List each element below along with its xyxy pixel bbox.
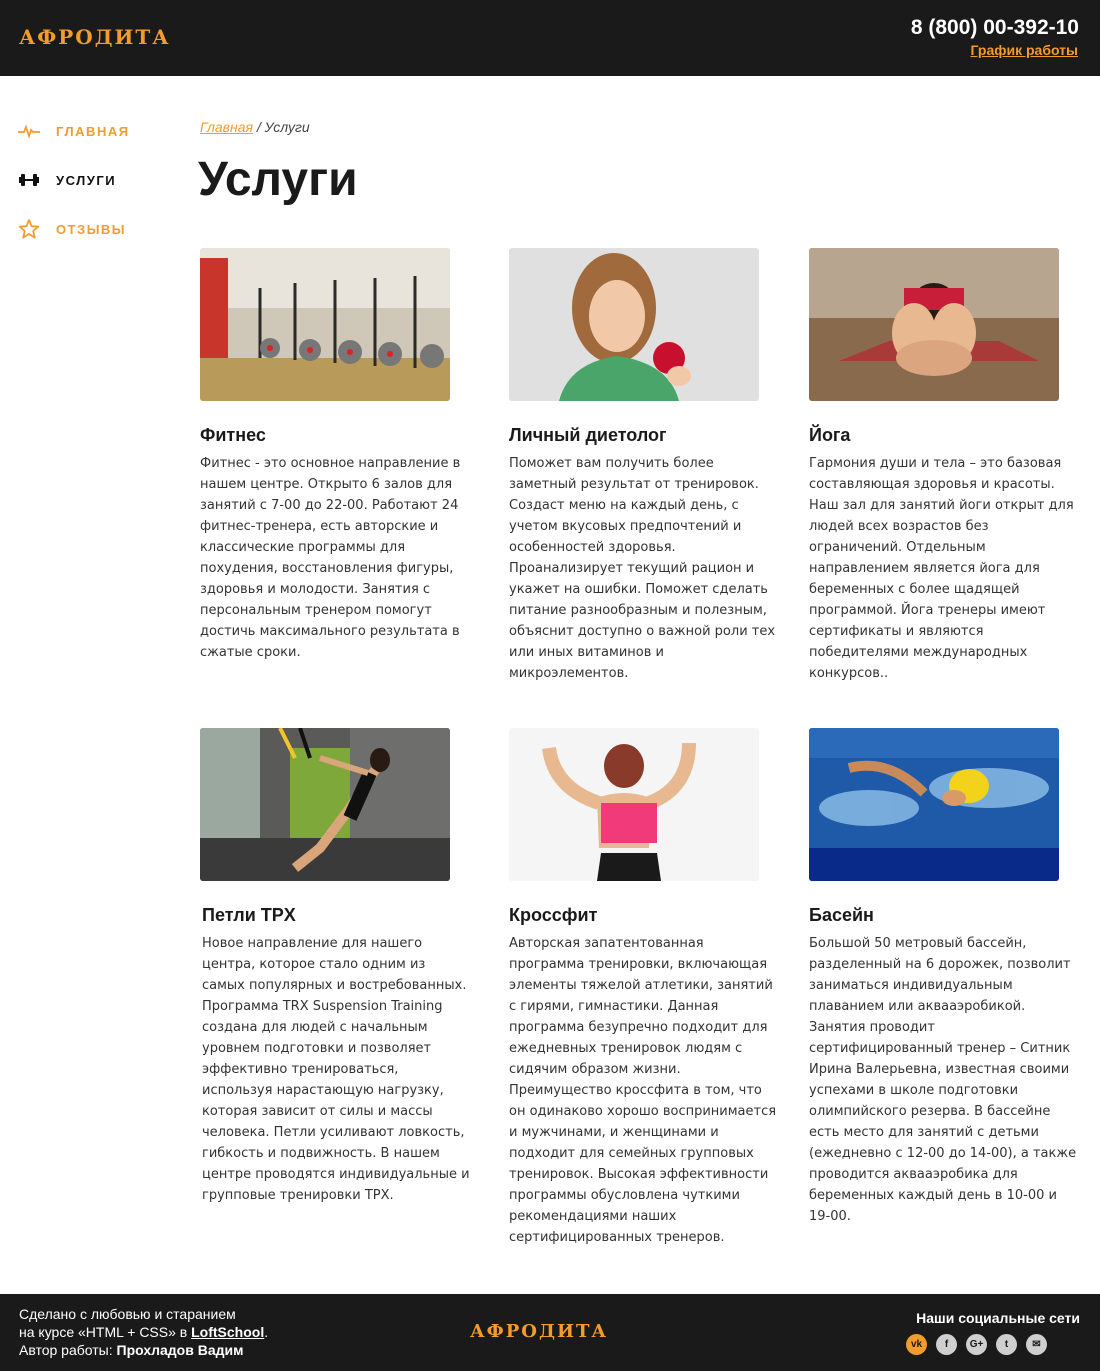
service-description: Большой 50 метровый бассейн, разделенный… <box>809 936 1077 1224</box>
star-icon <box>18 218 40 240</box>
service-description: Новое направление для нашего центра, кот… <box>202 936 470 1203</box>
facebook-icon[interactable]: f <box>936 1334 957 1355</box>
service-card-trx: Петли TPX Новое направление для нашего ц… <box>200 728 470 1206</box>
breadcrumb: Главная / Услуги <box>200 119 310 135</box>
social-title: Наши социальные сети <box>916 1310 1080 1326</box>
trx-straps-photo <box>200 728 450 881</box>
sidebar-item-services[interactable]: УСЛУГИ <box>18 169 116 191</box>
sidebar-item-reviews[interactable]: ОТЗЫВЫ <box>18 218 126 240</box>
sidebar-item-label: ОТЗЫВЫ <box>56 221 127 237</box>
credits-line-3: Автор работы: Прохладов Вадим <box>19 1341 268 1359</box>
breadcrumb-separator: / <box>252 119 265 135</box>
breadcrumb-home-link[interactable]: Главная <box>200 119 253 135</box>
schedule-link[interactable]: График работы <box>971 42 1079 58</box>
service-card-crossfit: Кроссфит Авторская запатентованная прогр… <box>509 728 779 1248</box>
service-title: Петли TPX <box>202 905 296 925</box>
woman-apple-photo <box>509 248 759 401</box>
credits: Сделано с любовью и старанием на курсе «… <box>19 1305 268 1359</box>
service-description: Фитнес - это основное направление в наше… <box>200 456 461 660</box>
pulse-icon <box>18 120 40 142</box>
service-card-pool: Басейн Большой 50 метровый бассейн, разд… <box>809 728 1079 1227</box>
gym-bikes-photo <box>200 248 450 401</box>
service-card-yoga: Йога Гармония души и тела – это базовая … <box>809 248 1079 684</box>
dumbbell-icon <box>18 169 40 191</box>
service-description: Гармония души и тела – это базовая соста… <box>809 456 1074 681</box>
sidebar-item-home[interactable]: ГЛАВНАЯ <box>18 120 130 142</box>
service-description: Поможет вам получить более заметный резу… <box>509 456 776 681</box>
twitter-icon[interactable]: t <box>996 1334 1017 1355</box>
service-card-dietologist: Личный диетолог Поможет вам получить бол… <box>509 248 779 684</box>
sidebar-item-label: ГЛАВНАЯ <box>56 123 130 139</box>
google-plus-icon[interactable]: G+ <box>966 1334 987 1355</box>
vk-icon[interactable]: vk <box>906 1334 927 1355</box>
service-title: Йога <box>809 425 851 445</box>
swimmer-pool-photo <box>809 728 1059 881</box>
credits-course-text: на курсе «HTML + CSS» в <box>19 1324 192 1340</box>
service-title: Фитнес <box>200 425 266 445</box>
service-title: Личный диетолог <box>509 425 667 445</box>
service-title: Басейн <box>809 905 874 925</box>
crossfit-woman-photo <box>509 728 759 881</box>
service-card-fitness: Фитнес Фитнес - это основное направление… <box>200 248 470 663</box>
mail-icon[interactable]: ✉ <box>1026 1334 1047 1355</box>
credits-line-2: на курсе «HTML + CSS» в LoftSchool. <box>19 1323 268 1341</box>
site-footer: Сделано с любовью и старанием на курсе «… <box>0 1294 1100 1371</box>
phone-number[interactable]: 8 (800) 00-392-10 <box>911 16 1079 40</box>
loftschool-link[interactable]: LoftSchool <box>191 1324 264 1340</box>
credits-period: . <box>264 1324 269 1340</box>
credits-line-1: Сделано с любовью и старанием <box>19 1306 236 1322</box>
page-title: Услуги <box>198 153 358 206</box>
service-description: Авторская запатентованная программа трен… <box>509 936 777 1245</box>
author-name: Прохладов Вадим <box>116 1342 244 1358</box>
site-header: АФРОДИТА 8 (800) 00-392-10 График работы <box>0 0 1100 76</box>
social-links: vk f G+ t ✉ <box>906 1334 1047 1355</box>
breadcrumb-current: Услуги <box>264 119 310 135</box>
sidebar-item-label: УСЛУГИ <box>56 172 117 188</box>
author-label: Автор работы: <box>19 1342 117 1358</box>
yoga-stretch-photo <box>809 248 1059 401</box>
service-title: Кроссфит <box>509 905 598 925</box>
site-logo[interactable]: АФРОДИТА <box>19 25 171 49</box>
footer-logo[interactable]: АФРОДИТА <box>470 1321 608 1342</box>
